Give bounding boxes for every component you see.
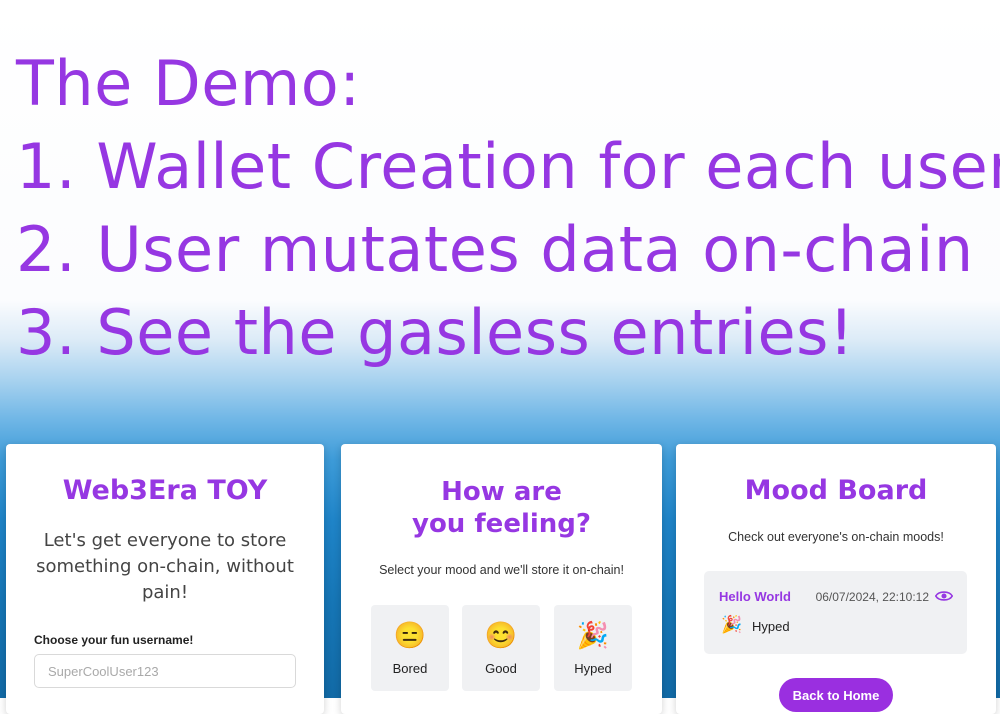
mood-option-label: Good	[485, 661, 517, 676]
mood-board-card: Mood Board Check out everyone's on-chain…	[676, 444, 996, 714]
mood-option-label: Bored	[392, 661, 428, 676]
entry-username: Hello World	[719, 589, 791, 604]
mood-board-subtitle: Check out everyone's on-chain moods!	[728, 530, 944, 544]
mood-option-hyped[interactable]: 🎉 Hyped	[554, 605, 632, 691]
headline-line-3: 2. User mutates data on-chain	[16, 213, 974, 286]
mood-board-title: Mood Board	[744, 475, 928, 506]
mood-entry: Hello World 06/07/2024, 22:10:12 🎉 Hyped	[704, 571, 967, 654]
app-title: Web3Era TOY	[62, 475, 268, 506]
mood-option-good[interactable]: 😊 Good	[462, 605, 540, 691]
username-label: Choose your fun username!	[34, 633, 194, 647]
mood-select-subtitle: Select your mood and we'll store it on-c…	[379, 563, 624, 577]
mood-select-card: How are you feeling? Select your mood an…	[341, 444, 662, 714]
smiling-face-icon: 😊	[484, 620, 518, 650]
username-input[interactable]	[34, 654, 296, 688]
party-popper-icon: 🎉	[721, 615, 743, 634]
headline-line-2: 1. Wallet Creation for each user	[16, 130, 1000, 203]
bored-face-icon: 😑	[393, 620, 427, 650]
back-to-home-button[interactable]: Back to Home	[779, 678, 893, 712]
headline-line-1: The Demo:	[16, 47, 361, 120]
mood-option-label: Hyped	[574, 661, 612, 676]
eye-icon[interactable]	[934, 589, 954, 603]
mood-question-title: How are you feeling?	[412, 477, 591, 539]
intro-text: Let's get everyone to store something on…	[36, 530, 294, 603]
headline: The Demo: 1. Wallet Creation for each us…	[16, 42, 1000, 374]
entry-mood: Hyped	[752, 619, 790, 634]
mood-option-bored[interactable]: 😑 Bored	[371, 605, 449, 691]
onboarding-card: Web3Era TOY Let's get everyone to store …	[6, 444, 324, 714]
party-popper-icon: 🎉	[576, 620, 610, 650]
entry-timestamp: 06/07/2024, 22:10:12	[815, 590, 929, 604]
headline-line-4: 3. See the gasless entries!	[16, 296, 855, 369]
